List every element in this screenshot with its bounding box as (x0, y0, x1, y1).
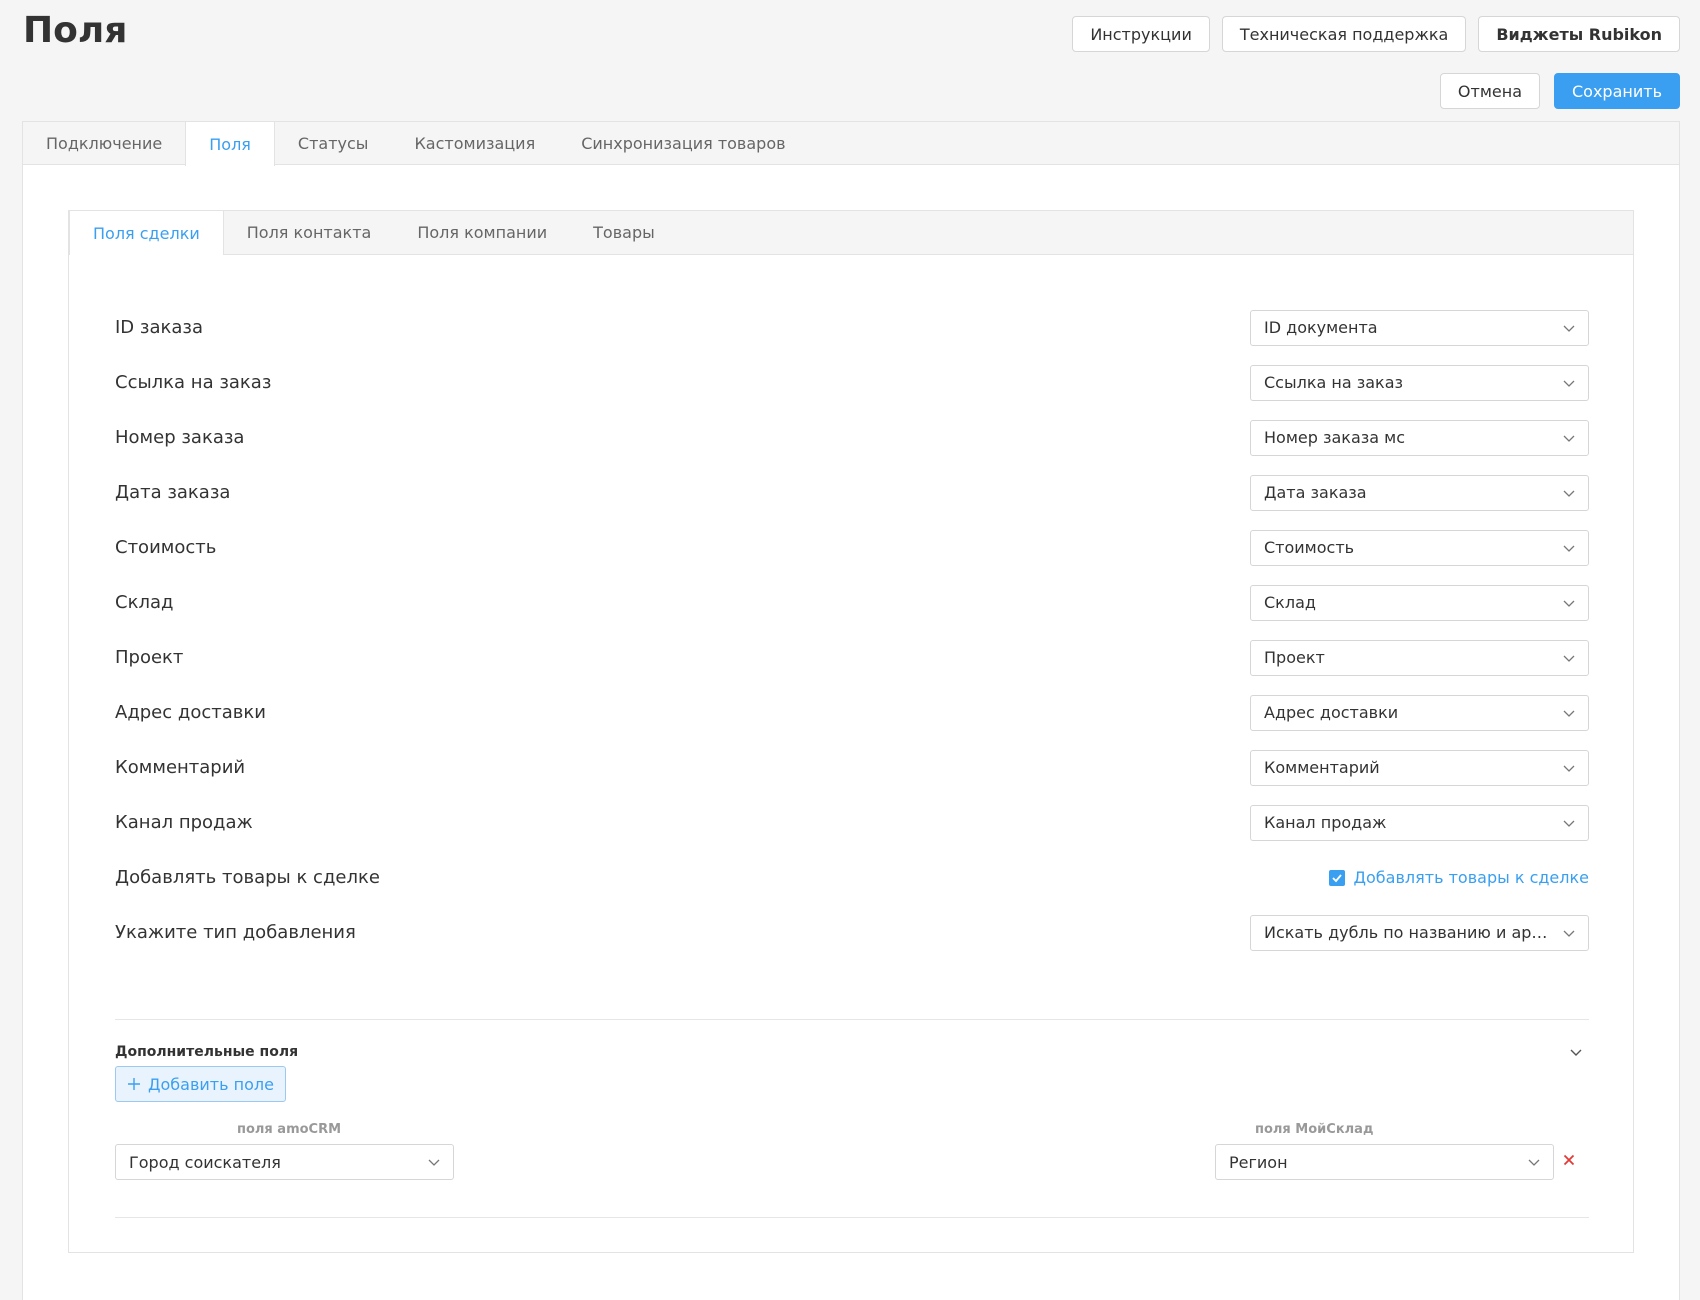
chevron-down-icon (1563, 655, 1575, 662)
field-select[interactable]: Адрес доставки (1250, 694, 1589, 731)
field-select[interactable]: Канал продаж (1250, 804, 1589, 841)
field-label: Склад (115, 592, 174, 613)
amo-fields-header: поля amoCRM (237, 1122, 342, 1137)
field-select-value: Адрес доставки (1264, 703, 1399, 722)
field-row: Стоимость Стоимость (115, 520, 1589, 575)
chevron-down-icon[interactable] (1569, 1045, 1583, 1059)
field-label: ID заказа (115, 317, 203, 338)
chevron-down-icon (1563, 380, 1575, 387)
chevron-down-icon (1563, 325, 1575, 332)
field-label: Стоимость (115, 537, 217, 558)
field-select[interactable]: Склад (1250, 584, 1589, 621)
tab-contact-fields[interactable]: Поля контакта (224, 211, 395, 254)
chevron-down-icon (1563, 710, 1575, 717)
tab-fields[interactable]: Поля (185, 122, 275, 166)
field-select-value: Дата заказа (1264, 483, 1367, 502)
tab-product-sync[interactable]: Синхронизация товаров (558, 122, 808, 164)
field-select-value: Ссылка на заказ (1264, 373, 1404, 392)
field-row: Канал продаж Канал продаж (115, 795, 1589, 850)
amo-field-select[interactable]: Город соискателя (115, 1144, 454, 1180)
field-select[interactable]: Проект (1250, 639, 1589, 676)
checkbox-checked-icon[interactable] (1328, 869, 1345, 886)
extra-fields-title: Дополнительные поля (115, 1044, 299, 1060)
widgets-button[interactable]: Виджеты Rubikon (1478, 16, 1680, 52)
field-row: Проект Проект (115, 630, 1589, 685)
instructions-button[interactable]: Инструкции (1072, 16, 1210, 52)
save-actions: Отмена Сохранить (1439, 73, 1680, 109)
tab-products[interactable]: Товары (570, 211, 678, 254)
add-field-button[interactable]: Добавить поле (115, 1066, 286, 1102)
tab-customization[interactable]: Кастомизация (391, 122, 558, 164)
field-select[interactable]: Номер заказа мс (1250, 419, 1589, 456)
field-label: Проект (115, 647, 184, 668)
ms-field-value: Регион (1229, 1152, 1288, 1172)
field-label: Комментарий (115, 757, 246, 778)
field-select-value: Склад (1264, 593, 1316, 612)
field-select[interactable]: ID документа (1250, 309, 1589, 346)
field-select[interactable]: Ссылка на заказ (1250, 364, 1589, 401)
ms-field-select[interactable]: Регион (1215, 1144, 1554, 1180)
field-select[interactable]: Стоимость (1250, 529, 1589, 566)
tab-connection[interactable]: Подключение (23, 122, 185, 164)
sub-tabs: Поля сделки Поля контакта Поля компании … (69, 211, 1633, 255)
field-label: Номер заказа (115, 427, 245, 448)
add-products-checkbox-label[interactable]: Добавлять товары к сделке (1354, 868, 1589, 887)
page-title: Поля (23, 10, 128, 51)
chevron-down-icon (1563, 600, 1575, 607)
field-mapping-list: ID заказа ID документа Ссылка на заказ С… (115, 300, 1589, 960)
chevron-down-icon (1563, 490, 1575, 497)
field-label: Канал продаж (115, 812, 253, 833)
field-select-value: Проект (1264, 648, 1325, 667)
field-select-value: Номер заказа мс (1264, 428, 1406, 447)
field-row: Дата заказа Дата заказа (115, 465, 1589, 520)
field-select[interactable]: Дата заказа (1250, 474, 1589, 511)
add-products-row: Добавлять товары к сделке Добавлять това… (115, 850, 1589, 905)
amo-field-value: Город соискателя (129, 1152, 281, 1172)
add-products-checkbox[interactable]: Добавлять товары к сделке (1328, 868, 1589, 887)
field-select-value: Комментарий (1264, 758, 1380, 777)
field-select-value: Канал продаж (1264, 813, 1387, 832)
ms-fields-header: поля МойСклад (1255, 1122, 1374, 1137)
cancel-button[interactable]: Отмена (1439, 73, 1540, 109)
field-label: Ссылка на заказ (115, 372, 272, 393)
chevron-down-icon (1563, 930, 1575, 937)
settings-panel: Подключение Поля Статусы Кастомизация Си… (22, 121, 1680, 1300)
field-row: Адрес доставки Адрес доставки (115, 685, 1589, 740)
chevron-down-icon (1528, 1159, 1540, 1166)
field-select-value: ID документа (1264, 318, 1378, 337)
plus-icon (128, 1078, 141, 1090)
field-label: Адрес доставки (115, 702, 266, 723)
field-select-value: Стоимость (1264, 538, 1355, 557)
tab-statuses[interactable]: Статусы (275, 122, 392, 164)
chevron-down-icon (1563, 435, 1575, 442)
add-type-select-value: Искать дубль по названию и артикулу (1264, 923, 1552, 942)
tab-deal-fields[interactable]: Поля сделки (69, 211, 224, 255)
support-button[interactable]: Техническая поддержка (1221, 16, 1467, 52)
field-select[interactable]: Комментарий (1250, 749, 1589, 786)
field-row: Ссылка на заказ Ссылка на заказ (115, 355, 1589, 410)
fields-panel: Поля сделки Поля контакта Поля компании … (68, 210, 1634, 1253)
save-button[interactable]: Сохранить (1554, 73, 1680, 109)
chevron-down-icon (1563, 765, 1575, 772)
add-type-row: Укажите тип добавления Искать дубль по н… (115, 905, 1589, 960)
add-type-select[interactable]: Искать дубль по названию и артикулу (1250, 914, 1589, 951)
field-label: Дата заказа (115, 482, 231, 503)
tab-company-fields[interactable]: Поля компании (394, 211, 570, 254)
field-row: Комментарий Комментарий (115, 740, 1589, 795)
field-row: Склад Склад (115, 575, 1589, 630)
chevron-down-icon (1563, 545, 1575, 552)
chevron-down-icon (1563, 820, 1575, 827)
add-type-label: Укажите тип добавления (115, 922, 356, 943)
add-products-label: Добавлять товары к сделке (115, 867, 380, 888)
field-row: ID заказа ID документа (115, 300, 1589, 355)
close-icon[interactable] (1563, 1154, 1575, 1166)
add-field-label: Добавить поле (148, 1074, 274, 1094)
main-tabs: Подключение Поля Статусы Кастомизация Си… (23, 122, 1679, 166)
mapping-divider (115, 1217, 1589, 1218)
top-actions: Инструкции Техническая поддержка Виджеты… (1072, 16, 1680, 52)
field-row: Номер заказа Номер заказа мс (115, 410, 1589, 465)
section-divider (115, 1019, 1589, 1020)
chevron-down-icon (428, 1159, 440, 1166)
